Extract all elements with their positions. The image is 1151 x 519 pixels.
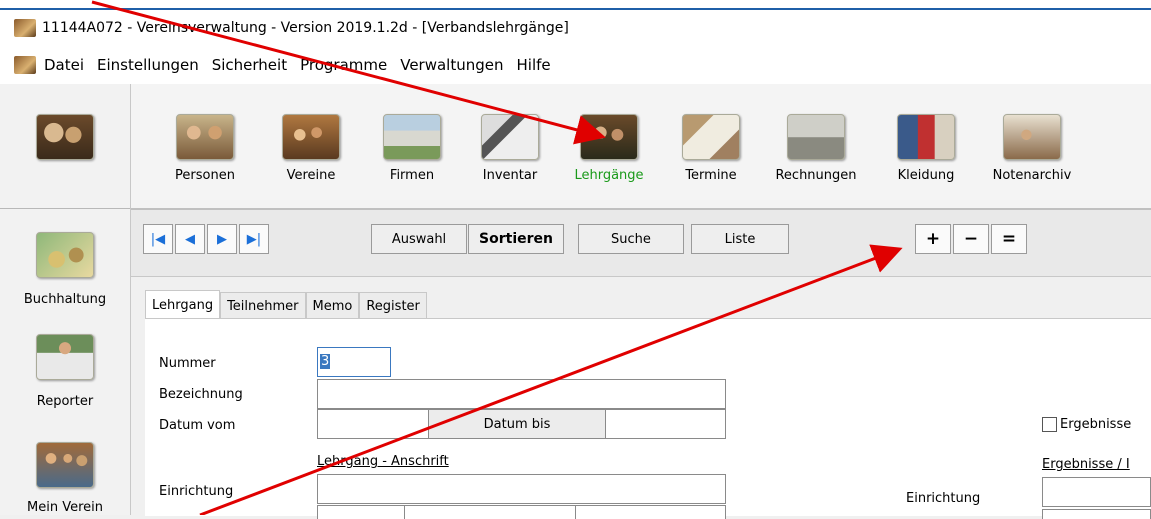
annotation-arrow-to-add-button (199, 244, 903, 515)
annotation-arrow-to-lehrgaenge (91, 0, 606, 145)
annotation-overlay (91, 0, 903, 515)
